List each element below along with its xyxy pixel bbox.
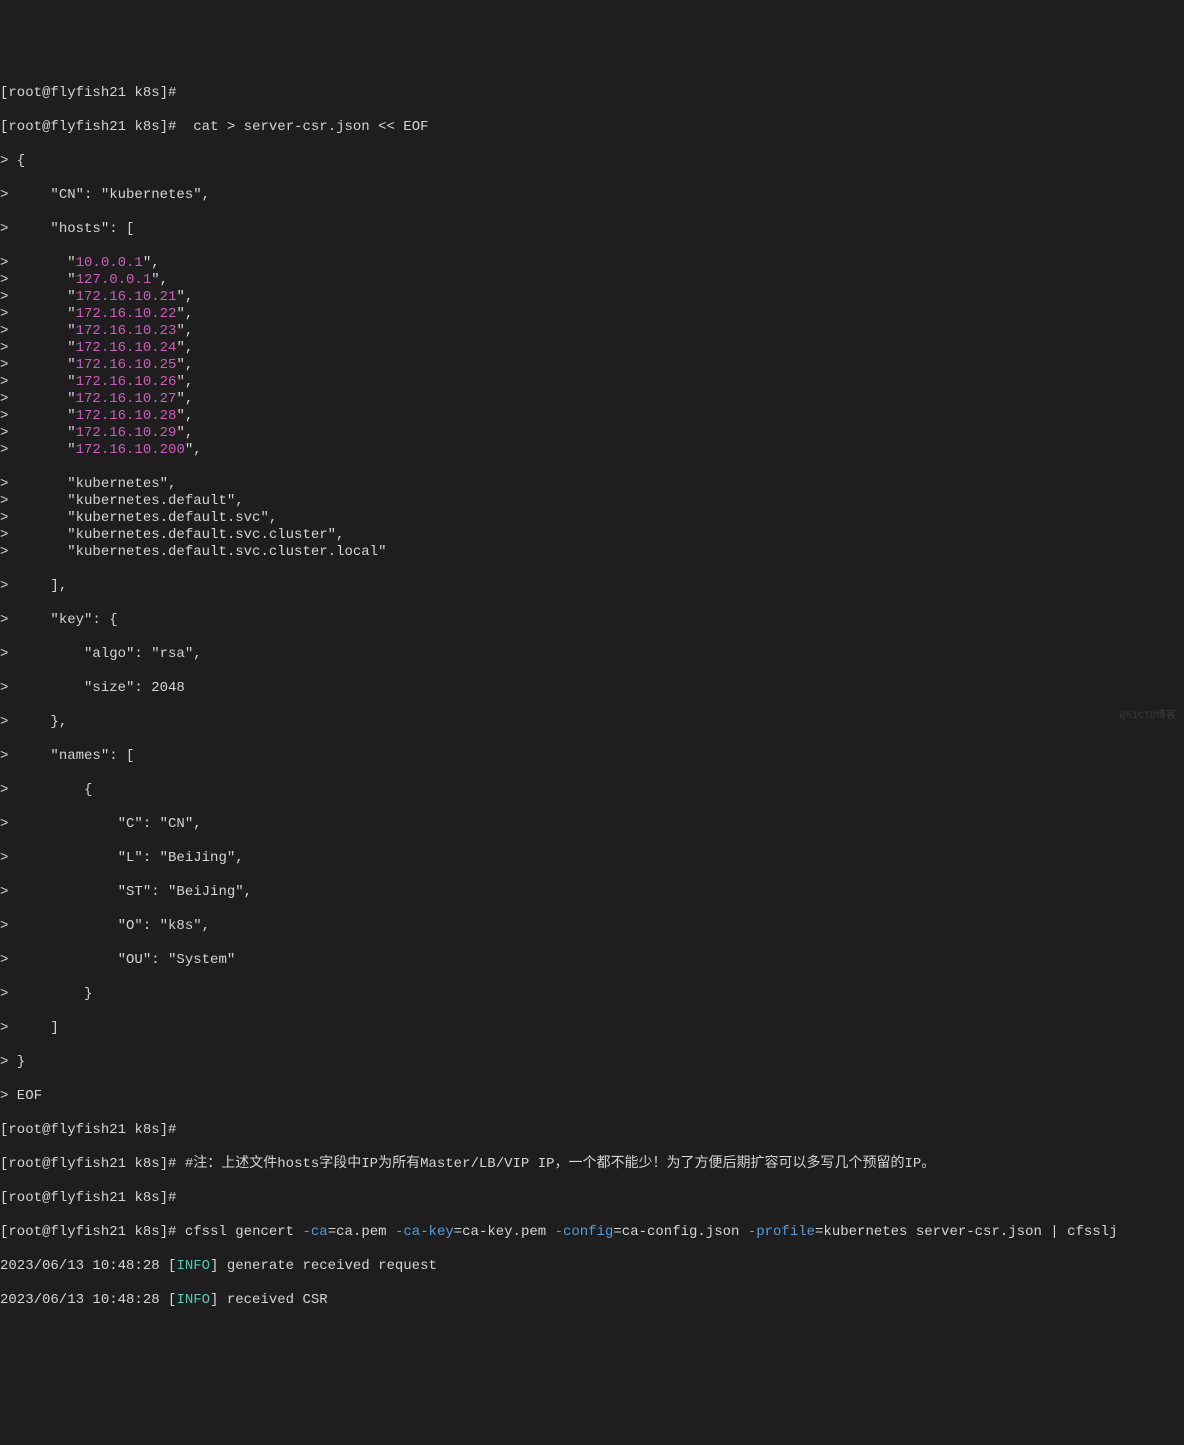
ip-address: 172.16.10.22 [76,306,177,322]
note-line: [root@flyfish21 k8s]# #注：上述文件hosts字段中IP为… [0,1156,1184,1173]
host-ip-line: > "172.16.10.23", [0,323,1184,340]
line-partial-prompt: [root@flyfish21 k8s]# [0,85,1184,102]
heredoc-hosts-open: > "hosts": [ [0,221,1184,238]
heredoc-names-st: > "ST": "BeiJing", [0,884,1184,901]
watermark: @51CTO博客 [1120,708,1176,725]
terminal-output[interactable]: [root@flyfish21 k8s]# [root@flyfish21 k8… [0,68,1184,1326]
host-ip-line: > "172.16.10.25", [0,357,1184,374]
ip-address: 172.16.10.26 [76,374,177,390]
host-ip-line: > "172.16.10.29", [0,425,1184,442]
log-line-2: 2023/06/13 10:48:28 [INFO] received CSR [0,1292,1184,1309]
host-ip-line: > "172.16.10.28", [0,408,1184,425]
host-ip-line: > "172.16.10.200", [0,442,1184,459]
heredoc-key-close: > }, [0,714,1184,731]
host-name-line: > "kubernetes.default.svc.cluster", [0,527,1184,544]
host-ip-line: > "127.0.0.1", [0,272,1184,289]
flag-profile: -profile [748,1224,815,1240]
host-ip-line: > "172.16.10.26", [0,374,1184,391]
heredoc-names-brace-open: > { [0,782,1184,799]
flag-ca: -ca [303,1224,328,1240]
heredoc-names-close: > ] [0,1020,1184,1037]
flag-config: -config [555,1224,614,1240]
flag-ca-key: -ca-key [395,1224,454,1240]
info-tag: INFO [176,1292,210,1308]
ip-address: 172.16.10.28 [76,408,177,424]
host-name-line: > "kubernetes.default.svc", [0,510,1184,527]
info-tag: INFO [176,1258,210,1274]
empty-prompt-2: [root@flyfish21 k8s]# [0,1190,1184,1207]
heredoc-names-open: > "names": [ [0,748,1184,765]
ip-address: 172.16.10.200 [76,442,185,458]
heredoc-names-brace-close: > } [0,986,1184,1003]
heredoc-key-open: > "key": { [0,612,1184,629]
ip-address: 172.16.10.27 [76,391,177,407]
host-ip-line: > "10.0.0.1", [0,255,1184,272]
host-name-line: > "kubernetes.default.svc.cluster.local" [0,544,1184,561]
heredoc-hosts-close: > ], [0,578,1184,595]
hosts-ips-list: > "10.0.0.1",> "127.0.0.1",> "172.16.10.… [0,255,1184,459]
host-ip-line: > "172.16.10.22", [0,306,1184,323]
empty-prompt-1: [root@flyfish21 k8s]# [0,1122,1184,1139]
heredoc-key-size: > "size": 2048 [0,680,1184,697]
heredoc-close-brace: > } [0,1054,1184,1071]
hosts-names-list: > "kubernetes",> "kubernetes.default",> … [0,476,1184,561]
heredoc-open-brace: > { [0,153,1184,170]
ip-address: 172.16.10.24 [76,340,177,356]
host-ip-line: > "172.16.10.24", [0,340,1184,357]
cfssl-command-line: [root@flyfish21 k8s]# cfssl gencert -ca=… [0,1224,1184,1241]
host-ip-line: > "172.16.10.27", [0,391,1184,408]
ip-address: 172.16.10.29 [76,425,177,441]
ip-address: 172.16.10.25 [76,357,177,373]
host-ip-line: > "172.16.10.21", [0,289,1184,306]
heredoc-names-c: > "C": "CN", [0,816,1184,833]
heredoc-names-l: > "L": "BeiJing", [0,850,1184,867]
line-cat-command: [root@flyfish21 k8s]# cat > server-csr.j… [0,119,1184,136]
heredoc-names-ou: > "OU": "System" [0,952,1184,969]
heredoc-eof: > EOF [0,1088,1184,1105]
host-name-line: > "kubernetes.default", [0,493,1184,510]
heredoc-key-algo: > "algo": "rsa", [0,646,1184,663]
ip-address: 10.0.0.1 [76,255,143,271]
heredoc-names-o: > "O": "k8s", [0,918,1184,935]
ip-address: 127.0.0.1 [76,272,152,288]
ip-address: 172.16.10.21 [76,289,177,305]
heredoc-cn: > "CN": "kubernetes", [0,187,1184,204]
log-line-1: 2023/06/13 10:48:28 [INFO] generate rece… [0,1258,1184,1275]
host-name-line: > "kubernetes", [0,476,1184,493]
ip-address: 172.16.10.23 [76,323,177,339]
